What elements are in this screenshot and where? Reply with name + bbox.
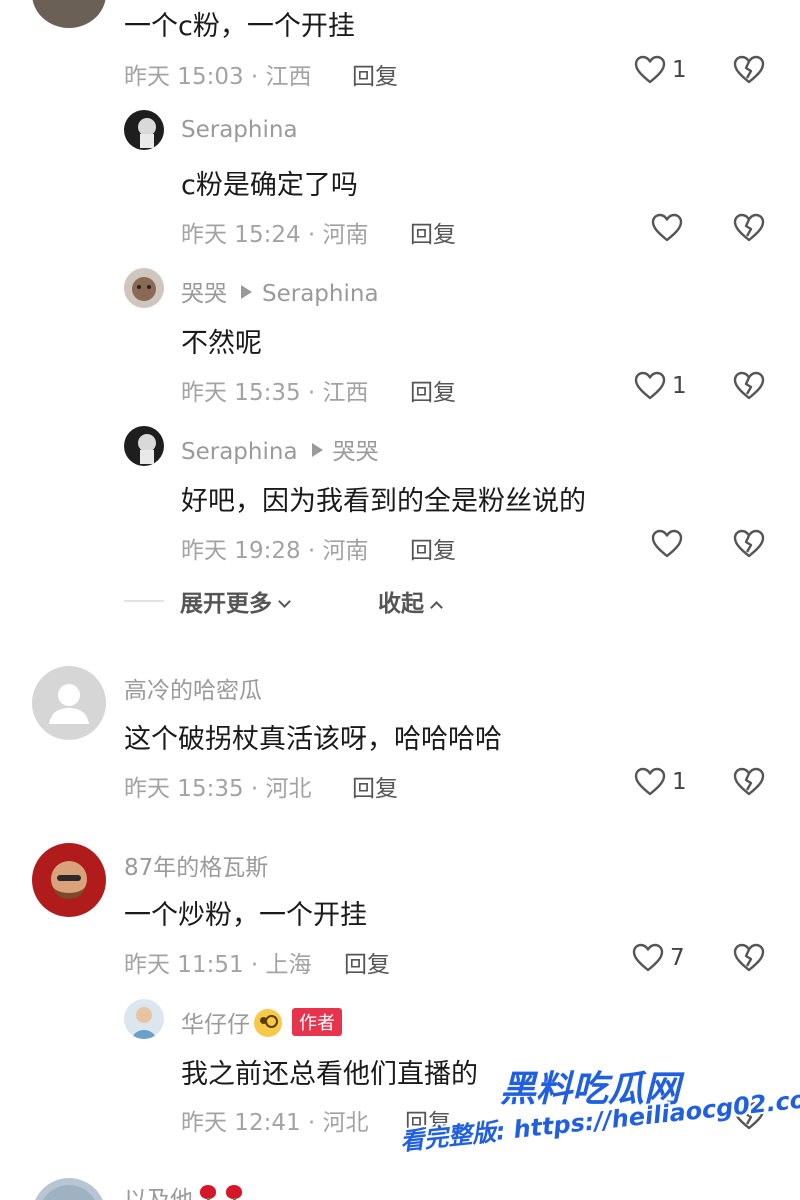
rose-icon [197,1185,219,1200]
broken-heart-icon[interactable] [733,213,765,243]
avatar[interactable] [32,0,106,28]
rose-icon [223,1185,245,1200]
heart-icon [651,213,683,242]
avatar[interactable] [124,999,164,1039]
like-button[interactable]: 1 [634,765,687,799]
reply-button[interactable]: 回复 [352,57,398,91]
avatar[interactable] [124,268,164,308]
comment-meta: 昨天 15:35 · 河北 [124,776,312,802]
comment-text: c粉是确定了吗 [181,170,358,201]
comment-text: 好吧，因为我看到的全是粉丝说的 [181,486,586,517]
commenter-name[interactable]: 高冷的哈密瓜 [124,671,262,705]
commenter-name[interactable]: 哭哭 Seraphina [181,274,379,308]
reply-button[interactable]: 回复 [410,373,456,407]
avatar[interactable] [124,426,164,466]
avatar[interactable] [32,1178,106,1200]
comment-meta: 昨天 19:28 · 河南 [181,538,369,564]
like-button[interactable] [651,527,683,561]
watermark: 黑料吃瓜网 看完整版: https://heiliaocg02.com [399,1060,800,1180]
broken-heart-icon[interactable] [733,767,765,797]
like-count: 7 [670,945,685,971]
chevron-down-icon [278,595,291,608]
reply-arrow-icon [241,285,252,299]
comment-meta: 昨天 15:35 · 江西 [181,380,369,406]
broken-heart-icon[interactable] [733,55,765,85]
commenter-name[interactable]: Seraphina 哭哭 [181,432,379,466]
heart-icon [632,943,664,972]
like-count: 1 [672,769,687,795]
monocle-face-icon [254,1009,282,1037]
expand-more-button[interactable]: 展开更多 [180,584,291,618]
author-badge: 作者 [292,1008,342,1036]
reply-arrow-icon [311,443,323,457]
thread-controls: 展开更多 收起 [0,584,800,618]
reply-button[interactable]: 回复 [352,769,398,803]
collapse-button[interactable]: 收起 [378,584,443,618]
comment-text: 一个c粉，一个开挂 [124,11,355,42]
like-count: 1 [672,57,687,83]
avatar[interactable] [124,110,164,150]
comment-meta: 昨天 15:24 · 河南 [181,222,369,248]
heart-icon [634,767,666,796]
reply-button[interactable]: 回复 [410,531,456,565]
heart-icon [651,529,683,558]
like-button[interactable]: 7 [632,941,685,975]
commenter-name[interactable]: 87年的格瓦斯 [124,848,268,882]
avatar[interactable] [32,843,106,917]
broken-heart-icon[interactable] [733,943,765,973]
comment-text: 不然呢 [181,328,262,359]
commenter-name[interactable]: Seraphina [181,117,298,143]
reply-button[interactable]: 回复 [344,945,390,979]
broken-heart-icon[interactable] [733,371,765,401]
comment-meta: 昨天 12:41 · 河北 [181,1110,369,1136]
like-button[interactable] [651,211,683,245]
chevron-up-icon [430,601,443,614]
commenter-name[interactable]: 以及他 [124,1180,245,1200]
commenter-name[interactable]: 华仔仔 作者 [181,1005,342,1039]
comment-meta: 昨天 11:51 · 上海 [124,952,312,978]
heart-icon [634,371,666,400]
default-avatar-icon[interactable] [32,666,106,740]
reply-button[interactable]: 回复 [410,215,456,249]
comment-meta: 昨天 15:03 · 江西 [124,64,312,90]
comment-text: 这个破拐杖真活该呀，哈哈哈哈 [124,724,502,755]
like-button[interactable]: 1 [634,369,687,403]
broken-heart-icon[interactable] [733,529,765,559]
heart-icon [634,55,666,84]
divider [124,600,164,602]
like-button[interactable]: 1 [634,53,687,87]
comment-text: 一个炒粉，一个开挂 [124,900,367,931]
like-count: 1 [672,373,687,399]
